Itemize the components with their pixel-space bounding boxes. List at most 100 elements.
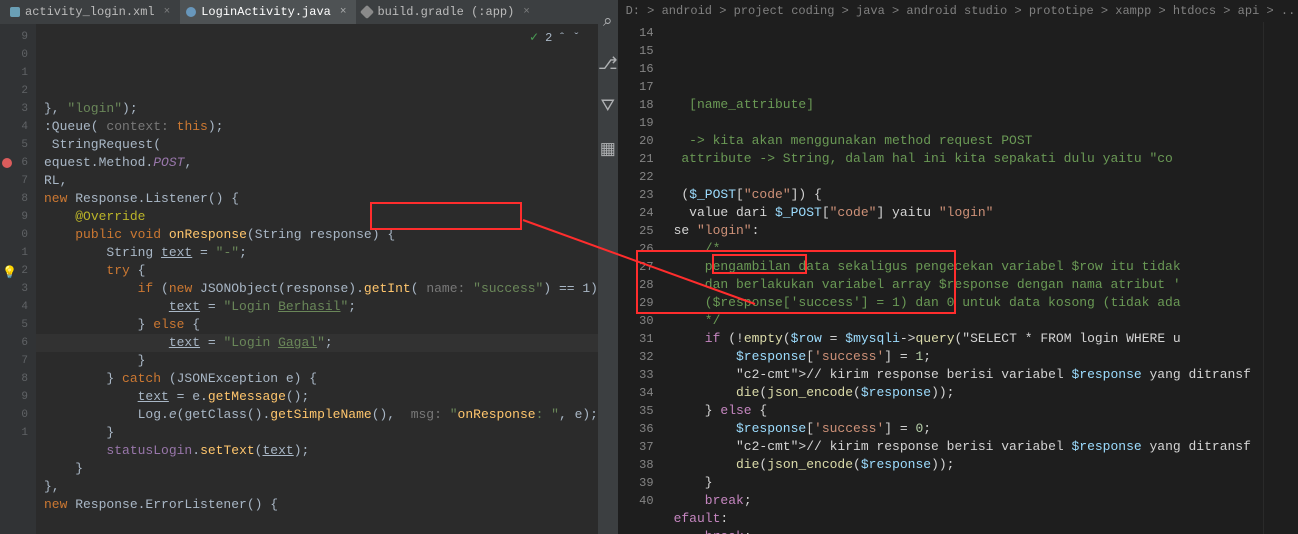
tab-build-gradle[interactable]: build.gradle (:app) × bbox=[356, 0, 539, 24]
code-line[interactable]: break; bbox=[666, 528, 1263, 534]
search-icon[interactable]: ⌕ bbox=[603, 12, 613, 32]
gutter-line[interactable]: 26 bbox=[618, 240, 666, 258]
code-line[interactable]: public void onResponse(String response) … bbox=[36, 226, 598, 244]
code-line[interactable]: } bbox=[36, 460, 598, 478]
gutter-line[interactable]: 22 bbox=[618, 168, 666, 186]
gutter-line[interactable]: 30 bbox=[618, 312, 666, 330]
gutter-line[interactable]: 9 bbox=[0, 28, 36, 46]
gutter-line[interactable]: 8 bbox=[0, 190, 36, 208]
code-line[interactable]: se "login": bbox=[666, 222, 1263, 240]
code-line[interactable]: [name_attribute] bbox=[666, 96, 1263, 114]
gutter-line[interactable]: 29 bbox=[618, 294, 666, 312]
code-line[interactable]: /* bbox=[666, 240, 1263, 258]
close-icon[interactable]: × bbox=[164, 6, 171, 18]
gutter-line[interactable]: 4 bbox=[0, 298, 36, 316]
code-line[interactable]: @Override bbox=[36, 208, 598, 226]
code-line[interactable]: $response['success'] = 1; bbox=[666, 348, 1263, 366]
gutter-line[interactable]: 17 bbox=[618, 78, 666, 96]
right-gutter[interactable]: 1415161718192021222324252627282930313233… bbox=[618, 22, 666, 534]
vcs-branch-icon[interactable]: ⎇ bbox=[598, 54, 618, 75]
code-line[interactable]: ($response['success'] = 1) dan 0 untuk d… bbox=[666, 294, 1263, 312]
breadcrumb[interactable]: D: > android > project coding > java > a… bbox=[618, 0, 1298, 22]
code-line[interactable]: String text = "-"; bbox=[36, 244, 598, 262]
code-line[interactable]: "c2-cmt">// kirim response berisi variab… bbox=[666, 366, 1263, 384]
gutter-line[interactable]: 28 bbox=[618, 276, 666, 294]
gutter-line[interactable]: 3 bbox=[0, 280, 36, 298]
tab-login-activity[interactable]: LoginActivity.java × bbox=[180, 0, 356, 24]
code-line[interactable]: } bbox=[36, 424, 598, 442]
gutter-line[interactable]: 7 bbox=[0, 352, 36, 370]
right-code-area[interactable]: [name_attribute] -> kita akan menggunaka… bbox=[666, 22, 1263, 534]
code-line[interactable]: ($_POST["code"]) { bbox=[666, 186, 1263, 204]
code-line[interactable]: new Response.Listener() { bbox=[36, 190, 598, 208]
code-line[interactable]: StringRequest( bbox=[36, 136, 598, 154]
layout-icon[interactable]: ▦ bbox=[600, 139, 616, 160]
code-line[interactable]: try { bbox=[36, 262, 598, 280]
code-line[interactable]: pengambilan data sekaligus pengecekan va… bbox=[666, 258, 1263, 276]
gutter-line[interactable]: 1 bbox=[0, 64, 36, 82]
left-gutter[interactable]: 90123456789012💡345678901 bbox=[0, 24, 36, 534]
gutter-line[interactable]: 2💡 bbox=[0, 262, 36, 280]
code-line[interactable]: attribute -> String, dalam hal ini kita … bbox=[666, 150, 1263, 168]
left-code-area[interactable]: }, "login");:Queue( context: this); Stri… bbox=[36, 24, 598, 534]
gutter-line[interactable]: 19 bbox=[618, 114, 666, 132]
code-line[interactable]: die(json_encode($response)); bbox=[666, 456, 1263, 474]
gutter-line[interactable]: 7 bbox=[0, 172, 36, 190]
code-line[interactable]: Log.e(getClass().getSimpleName(), msg: "… bbox=[36, 406, 598, 424]
close-icon[interactable]: × bbox=[523, 6, 530, 18]
gutter-line[interactable]: 4 bbox=[0, 118, 36, 136]
gutter-line[interactable]: 1 bbox=[0, 244, 36, 262]
gutter-line[interactable]: 5 bbox=[0, 136, 36, 154]
code-line[interactable]: if (new JSONObject(response).getInt( nam… bbox=[36, 280, 598, 298]
tab-activity-login[interactable]: activity_login.xml × bbox=[4, 0, 180, 24]
gutter-line[interactable]: 38 bbox=[618, 456, 666, 474]
minimap[interactable] bbox=[1263, 22, 1298, 534]
code-line[interactable]: if (!empty($row = $mysqli->query("SELECT… bbox=[666, 330, 1263, 348]
code-line[interactable] bbox=[666, 114, 1263, 132]
code-line[interactable]: }, "login"); bbox=[36, 100, 598, 118]
code-line[interactable]: break; bbox=[666, 492, 1263, 510]
code-line[interactable]: } bbox=[666, 474, 1263, 492]
gutter-line[interactable]: 16 bbox=[618, 60, 666, 78]
gutter-line[interactable]: 37 bbox=[618, 438, 666, 456]
code-line[interactable]: }, bbox=[36, 478, 598, 496]
code-line[interactable]: dan berlakukan variabel array $response … bbox=[666, 276, 1263, 294]
code-line[interactable]: RL, bbox=[36, 172, 598, 190]
debug-icon[interactable]: ⛛ bbox=[601, 97, 615, 117]
gutter-line[interactable]: 5 bbox=[0, 316, 36, 334]
gutter-line[interactable]: 21 bbox=[618, 150, 666, 168]
gutter-line[interactable]: 14 bbox=[618, 24, 666, 42]
code-line[interactable]: statusLogin.setText(text); bbox=[36, 442, 598, 460]
gutter-line[interactable]: 18 bbox=[618, 96, 666, 114]
gutter-line[interactable]: 6 bbox=[0, 334, 36, 352]
gutter-line[interactable]: 20 bbox=[618, 132, 666, 150]
gutter-line[interactable]: 33 bbox=[618, 366, 666, 384]
code-line[interactable]: } catch (JSONException e) { bbox=[36, 370, 598, 388]
gutter-line[interactable]: 34 bbox=[618, 384, 666, 402]
gutter-line[interactable]: 36 bbox=[618, 420, 666, 438]
gutter-line[interactable]: 0 bbox=[0, 226, 36, 244]
code-line[interactable]: new Response.ErrorListener() { bbox=[36, 496, 598, 514]
gutter-line[interactable]: 27 bbox=[618, 258, 666, 276]
code-line[interactable]: } else { bbox=[36, 316, 598, 334]
gutter-line[interactable]: 23 bbox=[618, 186, 666, 204]
code-line[interactable]: $response['success'] = 0; bbox=[666, 420, 1263, 438]
gutter-line[interactable]: 1 bbox=[0, 424, 36, 442]
gutter-line[interactable]: 15 bbox=[618, 42, 666, 60]
gutter-line[interactable]: 40 bbox=[618, 492, 666, 510]
gutter-line[interactable]: 39 bbox=[618, 474, 666, 492]
gutter-line[interactable]: 6 bbox=[0, 154, 36, 172]
close-icon[interactable]: × bbox=[340, 6, 347, 18]
breakpoint-icon[interactable] bbox=[2, 158, 12, 168]
gutter-line[interactable]: 9 bbox=[0, 208, 36, 226]
code-line[interactable]: text = "Login Gagal"; bbox=[36, 334, 598, 352]
code-line[interactable]: value dari $_POST["code"] yaitu "login" bbox=[666, 204, 1263, 222]
gutter-line[interactable]: 25 bbox=[618, 222, 666, 240]
gutter-line[interactable]: 32 bbox=[618, 348, 666, 366]
gutter-line[interactable]: 0 bbox=[0, 46, 36, 64]
code-line[interactable]: text = "Login Berhasil"; bbox=[36, 298, 598, 316]
code-line[interactable]: } bbox=[36, 352, 598, 370]
code-line[interactable]: "c2-cmt">// kirim response berisi variab… bbox=[666, 438, 1263, 456]
code-line[interactable]: die(json_encode($response)); bbox=[666, 384, 1263, 402]
gutter-line[interactable]: 35 bbox=[618, 402, 666, 420]
